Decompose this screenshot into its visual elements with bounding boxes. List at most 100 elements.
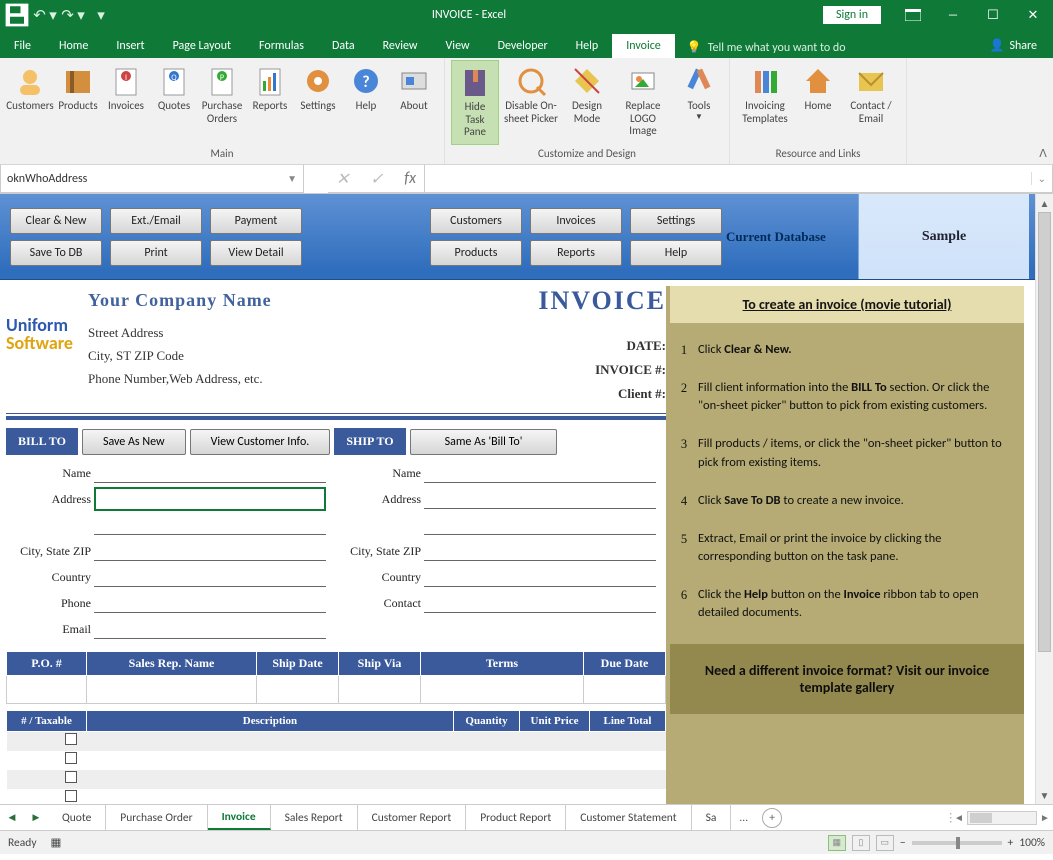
ship-name-input[interactable] — [424, 463, 656, 483]
sheet-tab-sales-report[interactable]: Sales Report — [271, 805, 358, 830]
vertical-scrollbar[interactable]: ▲ ▼ — [1035, 194, 1053, 804]
products-button[interactable]: Products — [54, 60, 102, 145]
qat-customize-icon[interactable]: ▾ — [87, 1, 115, 29]
close-icon[interactable]: ✕ — [1013, 1, 1053, 29]
contact-email-button[interactable]: Contact / Email — [842, 60, 900, 145]
invoices-button[interactable]: IInvoices — [102, 60, 150, 145]
same-as-bill-to-button[interactable]: Same As 'Bill To' — [410, 429, 558, 455]
payment-button[interactable]: Payment — [210, 208, 302, 234]
save-to-db-button[interactable]: Save To DB — [10, 240, 102, 266]
quotes-button[interactable]: QQuotes — [150, 60, 198, 145]
bill-name-input[interactable] — [94, 463, 326, 483]
view-customer-info-button[interactable]: View Customer Info. — [190, 429, 331, 455]
tab-developer[interactable]: Developer — [484, 34, 562, 58]
sheet-tab-quote[interactable]: Quote — [48, 805, 106, 830]
sheet-tab-po[interactable]: Purchase Order — [106, 805, 207, 830]
bill-phone-input[interactable] — [94, 593, 326, 613]
maximize-icon[interactable]: ☐ — [973, 1, 1013, 29]
scroll-down-icon[interactable]: ▼ — [1036, 786, 1053, 804]
bill-address-input[interactable] — [94, 487, 326, 511]
zoom-out-icon[interactable]: − — [900, 836, 906, 850]
ship-address-input[interactable] — [424, 489, 656, 509]
collapse-ribbon-icon[interactable]: ᐱ — [1033, 58, 1053, 164]
bill-email-input[interactable] — [94, 619, 326, 639]
hscroll-right-icon[interactable]: ► — [1037, 811, 1053, 824]
taxable-check-1[interactable] — [65, 733, 77, 745]
zoom-value[interactable]: 100% — [1019, 836, 1045, 850]
save-as-new-button[interactable]: Save As New — [82, 429, 186, 455]
shipdate-cell[interactable] — [257, 676, 339, 704]
sheet-tab-more-cut[interactable]: Sa — [692, 805, 732, 830]
reports-tb-button[interactable]: Reports — [530, 240, 622, 266]
bill-country-input[interactable] — [94, 567, 326, 587]
minimize-icon[interactable]: ― — [933, 1, 973, 29]
ship-csz-input[interactable] — [424, 541, 656, 561]
bill-address2-input[interactable] — [94, 515, 326, 535]
name-box[interactable]: oknWhoAddress ▼ — [0, 165, 304, 193]
customers-tb-button[interactable]: Customers — [430, 208, 522, 234]
tab-insert[interactable]: Insert — [102, 34, 158, 58]
replace-logo-button[interactable]: Replace LOGO Image — [611, 60, 675, 145]
ship-country-input[interactable] — [424, 567, 656, 587]
tab-help[interactable]: Help — [562, 34, 613, 58]
taxable-check-4[interactable] — [65, 790, 77, 802]
sheet-tabs-more[interactable]: ... — [731, 807, 756, 829]
products-tb-button[interactable]: Products — [430, 240, 522, 266]
about-button[interactable]: About — [390, 60, 438, 145]
tab-page-layout[interactable]: Page Layout — [159, 34, 245, 58]
tab-data[interactable]: Data — [318, 34, 369, 58]
scroll-up-icon[interactable]: ▲ — [1036, 194, 1053, 212]
fx-icon[interactable]: fx — [404, 169, 416, 188]
share-button[interactable]: 👤 Share — [973, 33, 1053, 58]
print-button[interactable]: Print — [110, 240, 202, 266]
name-box-dropdown-icon[interactable]: ▼ — [287, 172, 297, 185]
redo-icon[interactable]: ↷ ▾ — [59, 1, 87, 29]
sheet-nav-prev-icon[interactable]: ◄ — [6, 811, 17, 825]
salesrep-cell[interactable] — [87, 676, 257, 704]
view-detail-button[interactable]: View Detail — [210, 240, 302, 266]
help-tb-button[interactable]: Help — [630, 240, 722, 266]
tab-view[interactable]: View — [432, 34, 484, 58]
home-button[interactable]: Home — [794, 60, 842, 145]
taxable-check-2[interactable] — [65, 752, 77, 764]
ship-contact-input[interactable] — [424, 593, 656, 613]
bill-csz-input[interactable] — [94, 541, 326, 561]
macro-record-icon[interactable]: ▦ — [51, 835, 62, 850]
po-cell[interactable] — [7, 676, 87, 704]
help-title[interactable]: To create an invoice (movie tutorial) — [670, 286, 1024, 323]
design-mode-button[interactable]: Design Mode — [563, 60, 611, 145]
scroll-thumb[interactable] — [1038, 212, 1051, 652]
disable-picker-button[interactable]: Disable On-sheet Picker — [499, 60, 563, 145]
sheet-nav-next-icon[interactable]: ► — [30, 811, 41, 825]
tab-file[interactable]: File — [0, 34, 45, 58]
help-promo[interactable]: Need a different invoice format? Visit o… — [670, 644, 1024, 714]
view-page-layout-icon[interactable]: ▯ — [852, 835, 870, 851]
invoices-tb-button[interactable]: Invoices — [530, 208, 622, 234]
add-sheet-button[interactable]: + — [762, 808, 782, 828]
purchase-orders-button[interactable]: PPurchase Orders — [198, 60, 246, 145]
horizontal-scrollbar[interactable]: ⋮ ◄ ► — [945, 810, 1053, 825]
terms-cell[interactable] — [421, 676, 584, 704]
hide-task-pane-button[interactable]: Hide Task Pane — [451, 60, 499, 145]
settings-tb-button[interactable]: Settings — [630, 208, 722, 234]
tab-invoice[interactable]: Invoice — [612, 34, 675, 58]
sheet-tab-customer-report[interactable]: Customer Report — [358, 805, 467, 830]
undo-icon[interactable]: ↶ ▾ — [31, 1, 59, 29]
settings-button[interactable]: Settings — [294, 60, 342, 145]
save-icon[interactable] — [3, 1, 31, 29]
help-button[interactable]: ?Help — [342, 60, 390, 145]
tell-me[interactable]: 💡 Tell me what you want to do — [675, 37, 858, 58]
hscroll-thumb[interactable] — [970, 813, 992, 823]
tab-review[interactable]: Review — [369, 34, 432, 58]
invoicing-templates-button[interactable]: Invoicing Templates — [736, 60, 794, 145]
formula-bar[interactable]: ⌄ — [424, 165, 1053, 193]
customers-button[interactable]: Customers — [6, 60, 54, 145]
ribbon-display-icon[interactable] — [893, 1, 933, 29]
zoom-in-icon[interactable]: + — [1008, 836, 1014, 850]
hscroll-left-icon[interactable]: ◄ — [951, 811, 967, 824]
view-page-break-icon[interactable]: ▭ — [876, 835, 894, 851]
reports-button[interactable]: Reports — [246, 60, 294, 145]
tab-home[interactable]: Home — [45, 34, 102, 58]
clear-new-button[interactable]: Clear & New — [10, 208, 102, 234]
accept-formula-icon[interactable]: ✓ — [370, 169, 383, 189]
